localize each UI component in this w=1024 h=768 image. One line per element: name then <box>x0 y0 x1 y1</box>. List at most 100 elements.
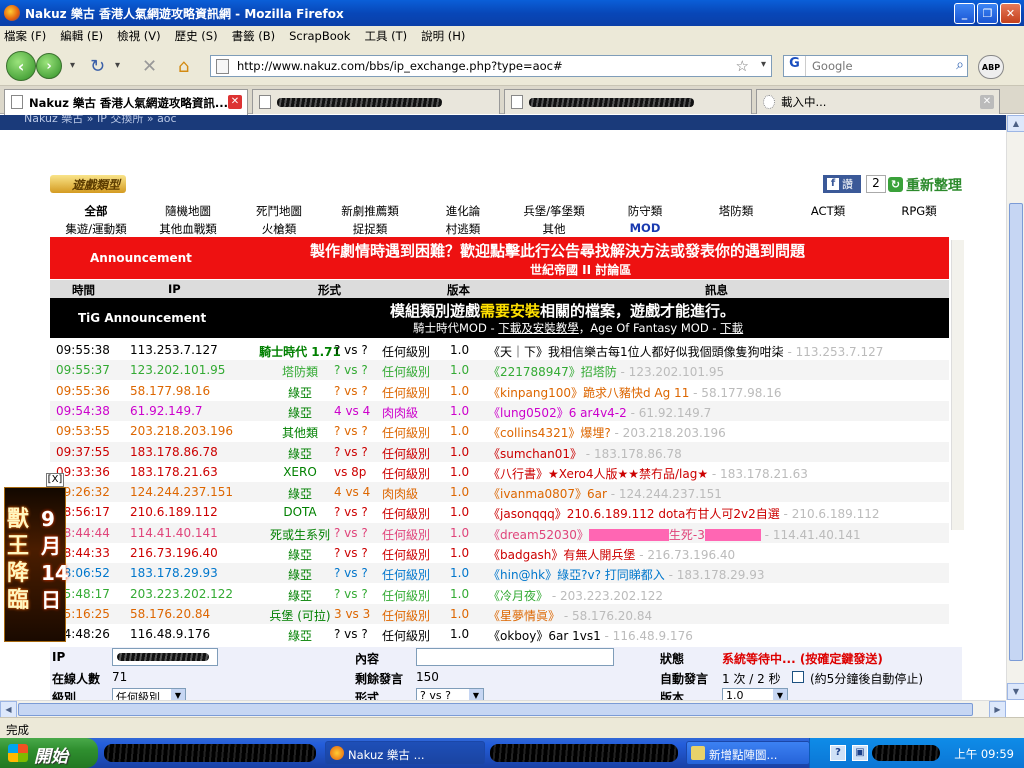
category-mod[interactable]: MOD <box>595 221 695 235</box>
restore-button[interactable]: ❐ <box>977 3 998 24</box>
announcement-link[interactable]: 世紀帝國 II 討論區 <box>530 261 631 278</box>
menu-file[interactable]: 檔案 (F) <box>4 28 46 44</box>
vertical-scrollbar[interactable]: ▲ ▼ <box>1006 115 1024 700</box>
menu-history[interactable]: 歷史 (S) <box>175 28 218 44</box>
download-tutorial-link[interactable]: 下載及安裝教學 <box>498 321 579 335</box>
download-link[interactable]: 下載 <box>720 321 743 335</box>
category-evolution[interactable]: 進化論 <box>413 203 513 219</box>
type-select[interactable]: ? vs ? ▼ <box>416 688 484 700</box>
search-icon[interactable]: ⌕ <box>956 57 964 73</box>
tray-app-icon[interactable]: ▣ <box>852 745 868 761</box>
address-bar[interactable]: http://www.nakuz.com/bbs/ip_exchange.php… <box>210 55 772 77</box>
category-gun[interactable]: 火槍類 <box>229 221 329 237</box>
tab-loading[interactable]: 載入中... ✕ <box>756 89 1000 114</box>
scroll-left-arrow[interactable]: ◀ <box>0 701 17 718</box>
category-defense[interactable]: 防守類 <box>595 203 695 219</box>
category-other-battle[interactable]: 其他血戰類 <box>138 221 238 237</box>
reload-icon[interactable]: ↻ <box>90 56 105 77</box>
forward-button[interactable]: › <box>36 53 62 79</box>
category-castle[interactable]: 兵堡/筝堡類 <box>504 203 604 219</box>
ad-date: 9月14日 <box>41 507 69 612</box>
vertical-scroll-thumb[interactable] <box>1009 203 1023 661</box>
table-row[interactable]: 09:53:55 203.218.203.196 其他類? vs ? 任何級別 1.0 《… <box>50 421 949 441</box>
ad-text: 獸王降臨 <box>7 507 30 613</box>
facebook-like-button[interactable]: f讚 <box>823 175 861 193</box>
tab-page-icon <box>259 95 271 109</box>
table-row[interactable]: 09:37:55 183.178.86.78 綠亞? vs ? 任何級別 1.0 《sum… <box>50 441 949 462</box>
category-village-escape[interactable]: 村逃類 <box>413 221 513 237</box>
ad-close-button[interactable]: [X] <box>46 473 64 487</box>
horizontal-scroll-thumb[interactable] <box>18 703 973 716</box>
menu-tools[interactable]: 工具 (T) <box>364 28 407 44</box>
close-tab-icon[interactable]: ✕ <box>980 95 994 109</box>
history-dropdown-icon[interactable]: ▾ <box>70 60 75 71</box>
category-catch[interactable]: 捉捉類 <box>320 221 420 237</box>
row-ver: 1.0 <box>450 566 470 581</box>
table-row[interactable]: 05:48:17 203.223.202.122 綠亞? vs ? 任何級別 1.0 《冷… <box>50 584 949 604</box>
home-icon[interactable]: ⌂ <box>178 56 189 77</box>
list-scrollbar[interactable] <box>951 240 964 530</box>
adblock-plus-icon[interactable]: ABP <box>978 55 1004 79</box>
taskbar-firefox[interactable]: Nakuz 樂古 ... <box>325 741 485 765</box>
category-deathmatch[interactable]: 死鬥地圖 <box>229 203 329 219</box>
minimize-button[interactable]: _ <box>954 3 975 24</box>
announcement-banner[interactable]: Announcement 製作劇情時遇到困難？歡迎點擊此行公告尋找解決方法或發表… <box>50 237 949 279</box>
floating-ad[interactable]: 獸王降臨 9月14日 <box>4 487 69 642</box>
level-select[interactable]: 任何級別 ▼ <box>112 688 186 700</box>
category-rpg[interactable]: RPG類 <box>869 203 969 219</box>
scroll-right-arrow[interactable]: ▶ <box>989 701 1006 718</box>
menu-help[interactable]: 說明 (H) <box>421 28 465 44</box>
scroll-down-arrow[interactable]: ▼ <box>1007 683 1024 700</box>
horizontal-scrollbar[interactable]: ◀ ▶ <box>0 700 1006 718</box>
search-input[interactable] <box>812 59 942 73</box>
category-sports[interactable]: 集遊/運動類 <box>46 221 146 237</box>
table-row[interactable]: 05:16:25 58.176.20.84 兵堡 (可拉) 3 vs 3 任何級別 1.0… <box>50 603 949 624</box>
tab-active[interactable]: Nakuz 樂古 香港人氣網遊攻略資訊... ✕ <box>4 89 248 115</box>
bookmark-star-icon[interactable]: ☆ <box>736 57 749 75</box>
table-row[interactable]: 09:33:36 183.178.21.63 XERO vs 8p 任何級別 1.0 《八行… <box>50 462 949 482</box>
url-dropdown-icon[interactable]: ▾ <box>761 59 766 70</box>
tab-redacted[interactable] <box>252 89 500 114</box>
category-other[interactable]: 其他 <box>504 221 604 237</box>
taskbar-paint[interactable]: 新增點陣圖... <box>686 741 810 765</box>
menu-view[interactable]: 檢視 (V) <box>117 28 161 44</box>
table-row[interactable]: 08:06:52 183.178.29.93 綠亞? vs ? 任何級別 1.0 《hin… <box>50 563 949 584</box>
start-button[interactable]: 開始 <box>0 738 98 768</box>
close-tab-icon[interactable]: ✕ <box>228 95 242 109</box>
category-all[interactable]: 全部 <box>46 203 146 219</box>
stop-icon[interactable]: ✕ <box>142 56 157 77</box>
category-new-scenario[interactable]: 新劇推薦類 <box>320 203 420 219</box>
announcement-text[interactable]: 製作劇情時遇到困難？歡迎點擊此行公告尋找解決方法或發表你的遇到問題 <box>310 240 950 261</box>
search-box[interactable]: G ⌕ <box>783 55 968 77</box>
help-icon[interactable]: ? <box>830 745 846 761</box>
table-row[interactable]: 04:48:26 116.48.9.176 綠亞? vs ? 任何級別 1.0 《okbo… <box>50 624 949 644</box>
table-row[interactable]: 09:55:36 58.177.98.16 綠亞? vs ? 任何級別 1.0 《kinp… <box>50 381 949 401</box>
table-row[interactable]: 09:55:37 123.202.101.95 塔防類? vs ? 任何級別 1.0 《2… <box>50 360 949 381</box>
version-select[interactable]: 1.0 ▼ <box>722 688 788 700</box>
category-act[interactable]: ACT類 <box>778 203 878 219</box>
table-row[interactable]: 08:44:44 114.41.40.141 死或生系列? vs ? 任何級別 1.0 《… <box>50 522 949 543</box>
back-button[interactable]: ‹ <box>6 51 36 81</box>
content-input[interactable] <box>416 648 614 666</box>
google-icon[interactable]: G <box>784 56 806 76</box>
menu-bookmarks[interactable]: 書籤 (B) <box>232 28 276 44</box>
table-row[interactable]: 08:56:17 210.6.189.112 DOTA? vs ? 任何級別 1.0 《j… <box>50 502 949 522</box>
status-bar: 完成 <box>0 717 1024 738</box>
menu-edit[interactable]: 編輯 (E) <box>60 28 103 44</box>
table-row[interactable]: 09:26:32 124.244.237.151 綠亞 4 vs 4 肉肉級 1.0 《iv… <box>50 482 949 503</box>
refresh-button[interactable]: ↻ 重新整理 <box>888 175 962 195</box>
row-message: 《sumchan01》 - 183.178.86.78 <box>488 446 682 461</box>
table-row[interactable]: 09:55:38 113.253.7.127 騎士時代 1.71? vs ? 任何級別… <box>50 340 949 360</box>
menu-scrapbook[interactable]: ScrapBook <box>289 29 350 43</box>
auto-post-checkbox[interactable] <box>792 671 804 683</box>
table-row[interactable]: 09:54:38 61.92.149.7 綠亞 4 vs 4 肉肉級 1.0 《lung05… <box>50 400 949 421</box>
category-tower-defense[interactable]: 塔防類 <box>686 203 786 219</box>
category-random-map[interactable]: 隨機地圖 <box>138 203 238 219</box>
reload-dropdown-icon[interactable]: ▾ <box>115 60 120 71</box>
close-window-button[interactable]: ✕ <box>1000 3 1021 24</box>
table-row[interactable]: 08:44:33 216.73.196.40 綠亞? vs ? 任何級別 1.0 《bad… <box>50 543 949 563</box>
scroll-up-arrow[interactable]: ▲ <box>1007 115 1024 132</box>
row-ver: 1.0 <box>450 627 470 642</box>
ip-input[interactable] <box>112 648 218 666</box>
tab-redacted[interactable] <box>504 89 752 114</box>
